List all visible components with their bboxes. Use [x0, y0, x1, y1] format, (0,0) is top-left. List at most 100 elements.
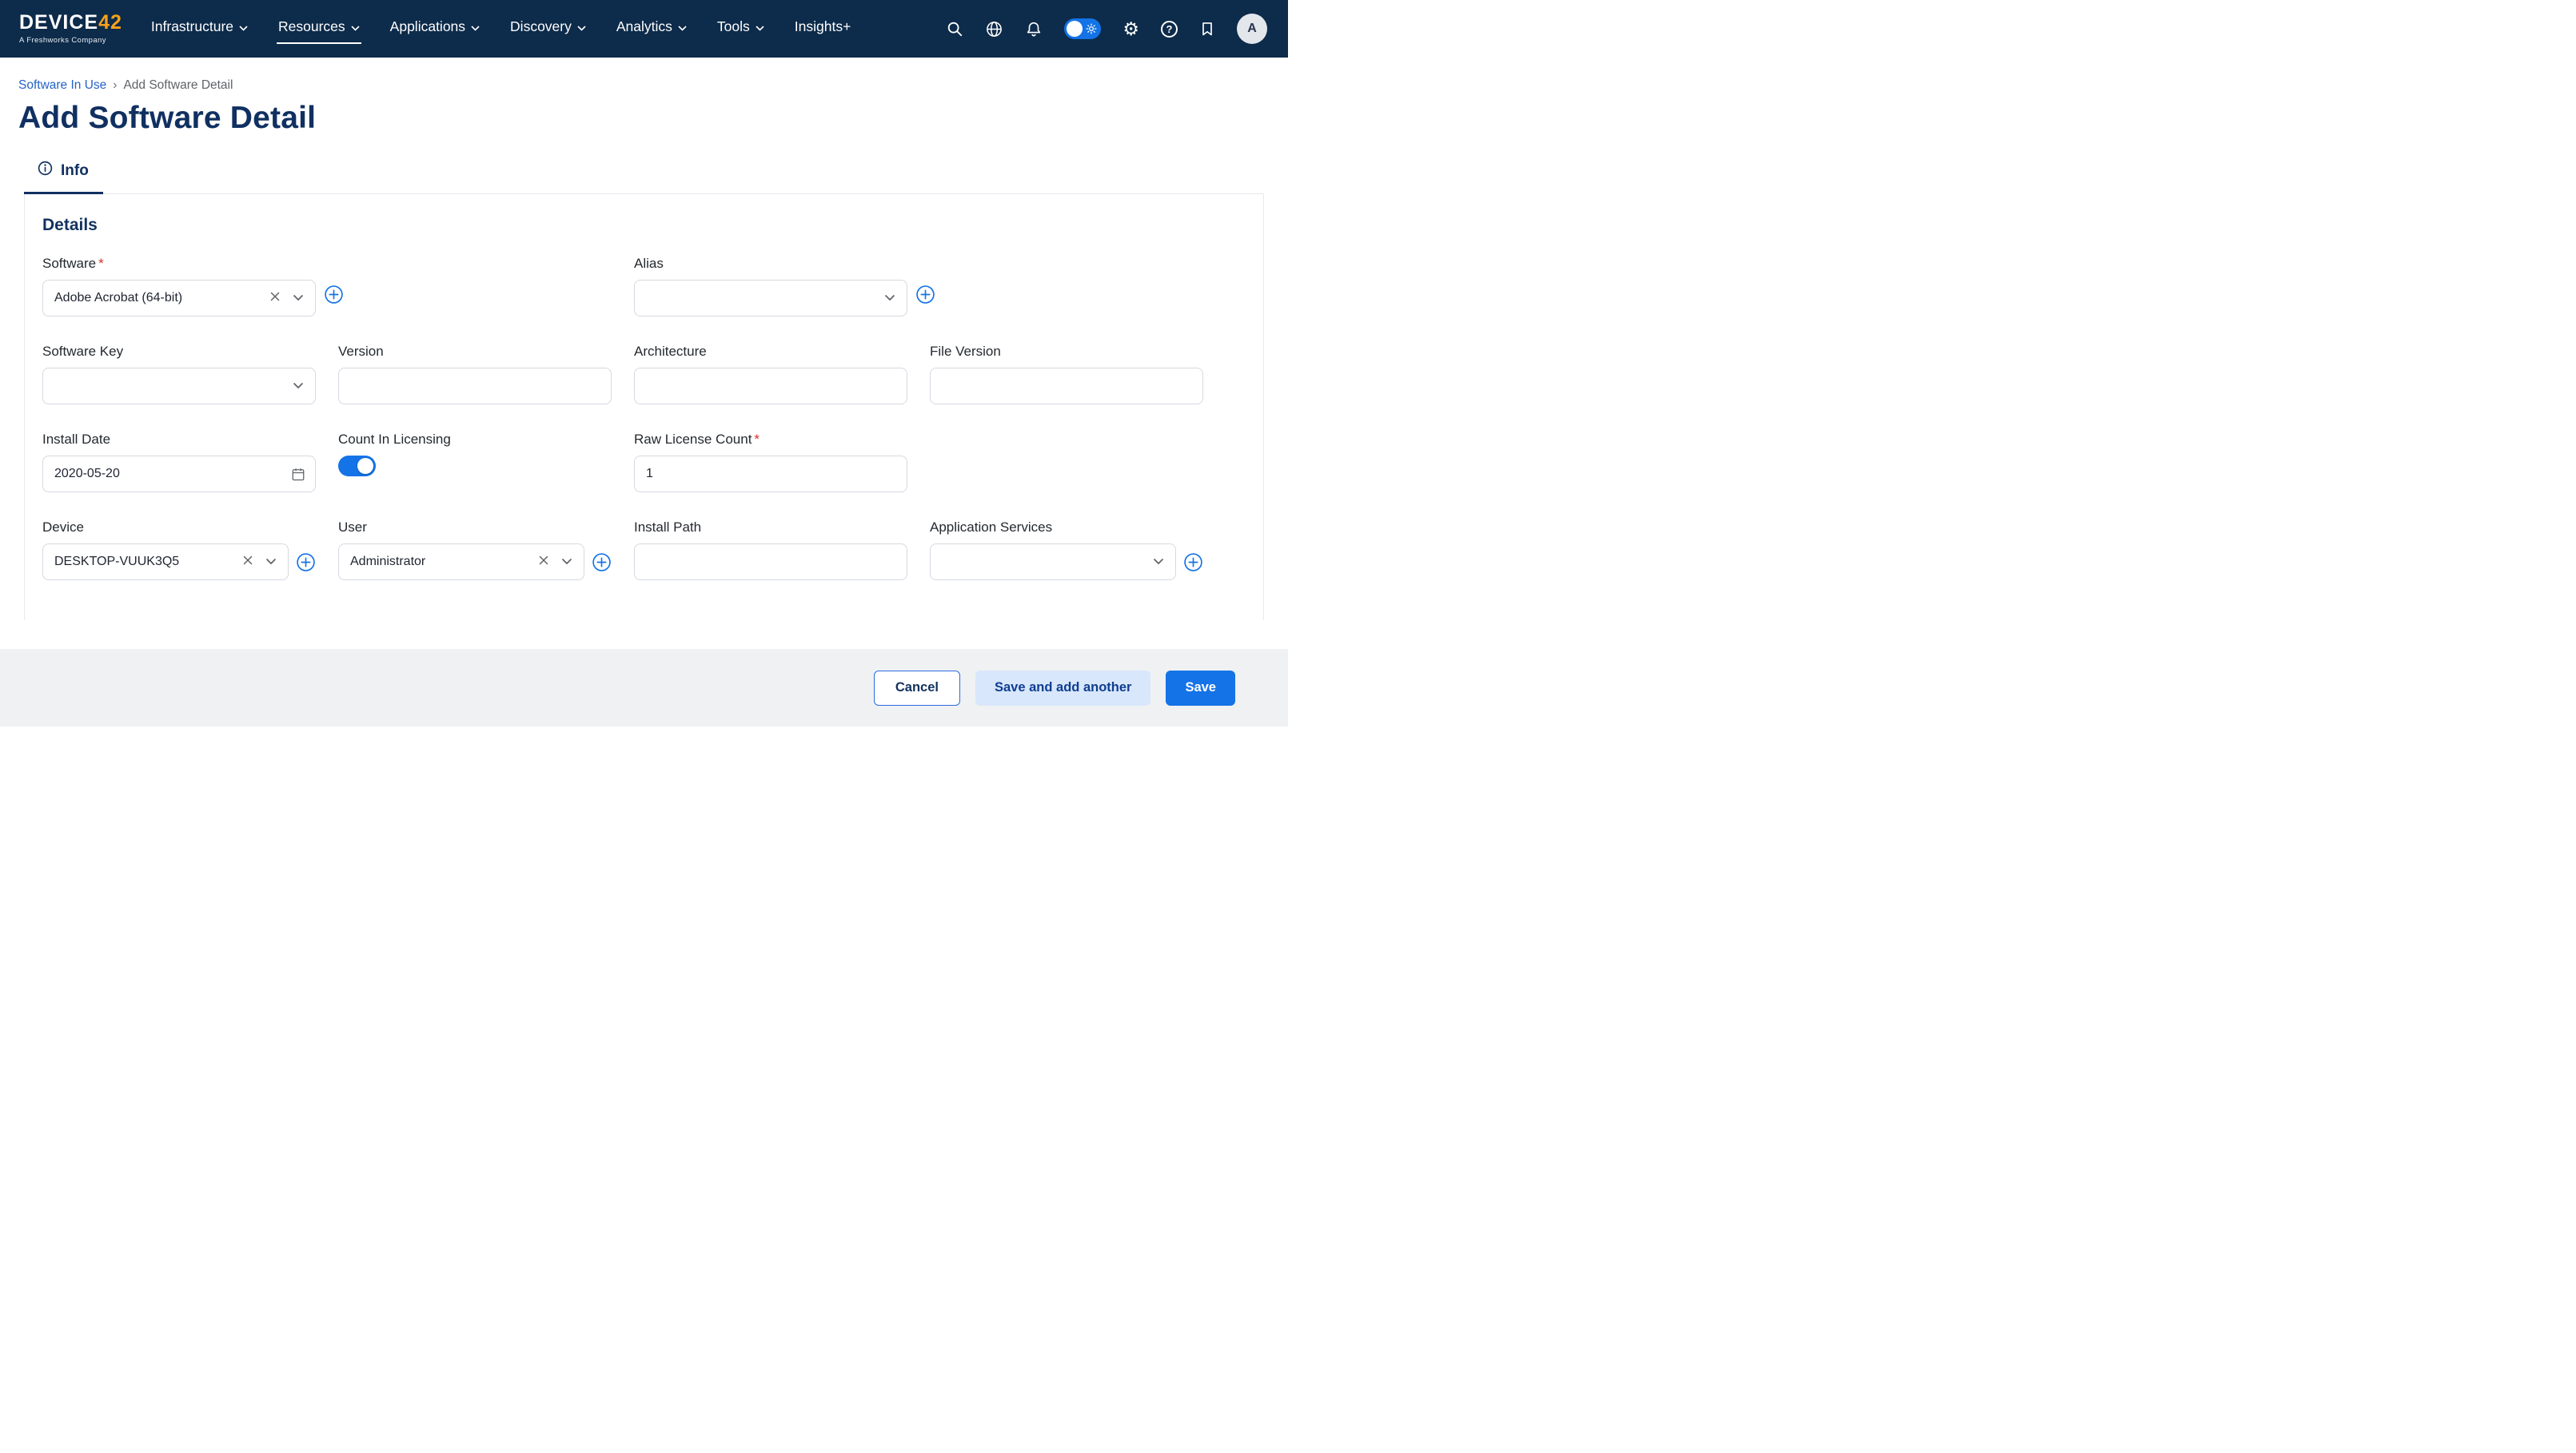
field-count-in-licensing: Count In Licensing [338, 432, 612, 492]
chevron-down-icon[interactable] [561, 555, 572, 569]
page: DEVICE42 A Freshworks Company Infrastruc… [0, 0, 1288, 726]
tab-bar: Info [24, 160, 1264, 194]
field-label: Application Services [930, 519, 1053, 535]
field-label: Version [338, 344, 384, 359]
software-value: Adobe Acrobat (64-bit) [54, 291, 183, 305]
field-label: Install Path [634, 519, 702, 535]
field-label: Alias [634, 256, 664, 271]
chevron-down-icon [471, 18, 480, 35]
field-version: Version [338, 344, 612, 404]
version-input[interactable] [338, 368, 612, 404]
clear-x-icon[interactable] [241, 554, 254, 571]
nav-item-tools[interactable]: Tools [716, 14, 766, 44]
clear-x-icon[interactable] [269, 290, 281, 307]
application-services-select[interactable] [930, 543, 1176, 580]
install-path-input[interactable] [634, 543, 907, 580]
logo-subtitle: A Freshworks Company [19, 36, 106, 45]
add-user-button[interactable] [592, 552, 612, 572]
nav-label: Discovery [510, 18, 572, 34]
search-icon[interactable] [946, 20, 963, 38]
nav-item-infrastructure[interactable]: Infrastructure [150, 14, 249, 44]
field-architecture: Architecture [634, 344, 907, 404]
cancel-button[interactable]: Cancel [873, 670, 960, 706]
chevron-down-icon [577, 18, 586, 35]
user-select[interactable]: Administrator [338, 543, 584, 580]
main-nav: Infrastructure Resources Applications Di… [150, 14, 852, 44]
chevron-down-icon[interactable] [293, 291, 304, 305]
install-date-input[interactable] [42, 456, 316, 492]
chevron-down-icon[interactable] [1153, 555, 1164, 569]
required-marker: * [754, 432, 760, 447]
logo-main: DEVICE [19, 11, 99, 34]
notifications-bell-icon[interactable] [1025, 20, 1043, 38]
chevron-down-icon [756, 18, 764, 35]
nav-item-discovery[interactable]: Discovery [508, 14, 588, 44]
chevron-down-icon [351, 18, 360, 35]
logo-accent: 42 [98, 11, 122, 34]
field-install-date: Install Date [42, 432, 316, 492]
add-device-button[interactable] [296, 552, 316, 572]
breadcrumb-current: Add Software Detail [123, 78, 233, 92]
footer-action-bar: Cancel Save and add another Save [0, 649, 1288, 726]
field-user: User Administrator [338, 519, 612, 580]
user-avatar[interactable]: A [1237, 14, 1267, 44]
add-application-service-button[interactable] [1183, 552, 1203, 572]
breadcrumb-link-software-in-use[interactable]: Software In Use [18, 78, 106, 93]
clear-x-icon[interactable] [537, 554, 550, 571]
alias-select[interactable] [634, 280, 907, 316]
nav-item-applications[interactable]: Applications [389, 14, 481, 44]
field-file-version: File Version [930, 344, 1203, 404]
breadcrumb-separator: › [113, 78, 118, 92]
nav-label: Insights+ [794, 18, 851, 34]
chevron-down-icon[interactable] [293, 379, 304, 393]
nav-label: Tools [716, 18, 750, 34]
field-label: Software * [42, 256, 104, 271]
settings-gear-icon[interactable]: ⚙ [1123, 19, 1139, 38]
field-label: User [338, 519, 367, 535]
nav-item-analytics[interactable]: Analytics [615, 14, 688, 44]
field-install-path: Install Path [634, 519, 907, 580]
device-value: DESKTOP-VUUK3Q5 [54, 555, 180, 568]
chevron-down-icon [239, 18, 248, 35]
device42-logo[interactable]: DEVICE42 A Freshworks Company [19, 13, 122, 46]
theme-toggle[interactable] [1064, 18, 1102, 39]
field-label: Count In Licensing [338, 432, 451, 447]
form-row-3: Install Date Count In Licensing Raw Lice… [42, 432, 1246, 492]
count-in-licensing-toggle[interactable] [338, 456, 376, 476]
field-label: File Version [930, 344, 1001, 359]
field-label: Install Date [42, 432, 111, 447]
help-icon[interactable]: ? [1161, 20, 1178, 38]
bookmark-icon[interactable] [1199, 21, 1215, 37]
field-software-key: Software Key [42, 344, 316, 404]
raw-license-count-input[interactable] [634, 456, 907, 492]
device-select[interactable]: DESKTOP-VUUK3Q5 [42, 543, 289, 580]
globe-icon[interactable] [985, 20, 1003, 38]
nav-label: Analytics [616, 18, 672, 34]
nav-label: Resources [278, 18, 345, 34]
field-device: Device DESKTOP-VUUK3Q5 [42, 519, 316, 580]
software-key-select[interactable] [42, 368, 316, 404]
field-label: Software Key [42, 344, 124, 359]
save-button[interactable]: Save [1166, 670, 1235, 706]
form-row-4: Device DESKTOP-VUUK3Q5 User Administrato… [42, 519, 1246, 580]
architecture-input[interactable] [634, 368, 907, 404]
nav-item-insights[interactable]: Insights+ [793, 14, 853, 44]
tab-info[interactable]: Info [24, 160, 103, 194]
nav-label: Infrastructure [150, 18, 234, 34]
logo-text: DEVICE42 [19, 13, 122, 33]
theme-toggle-knob [1067, 21, 1083, 37]
breadcrumb: Software In Use › Add Software Detail [18, 78, 1288, 93]
page-title: Add Software Detail [18, 101, 317, 135]
software-select[interactable]: Adobe Acrobat (64-bit) [42, 280, 316, 316]
file-version-input[interactable] [930, 368, 1203, 404]
required-marker: * [98, 256, 104, 271]
save-and-add-another-button[interactable]: Save and add another [975, 670, 1151, 706]
chevron-down-icon[interactable] [884, 291, 895, 305]
top-navbar: DEVICE42 A Freshworks Company Infrastruc… [0, 0, 1288, 58]
nav-item-resources[interactable]: Resources [277, 14, 361, 44]
field-label: Device [42, 519, 84, 535]
chevron-down-icon[interactable] [265, 555, 277, 569]
